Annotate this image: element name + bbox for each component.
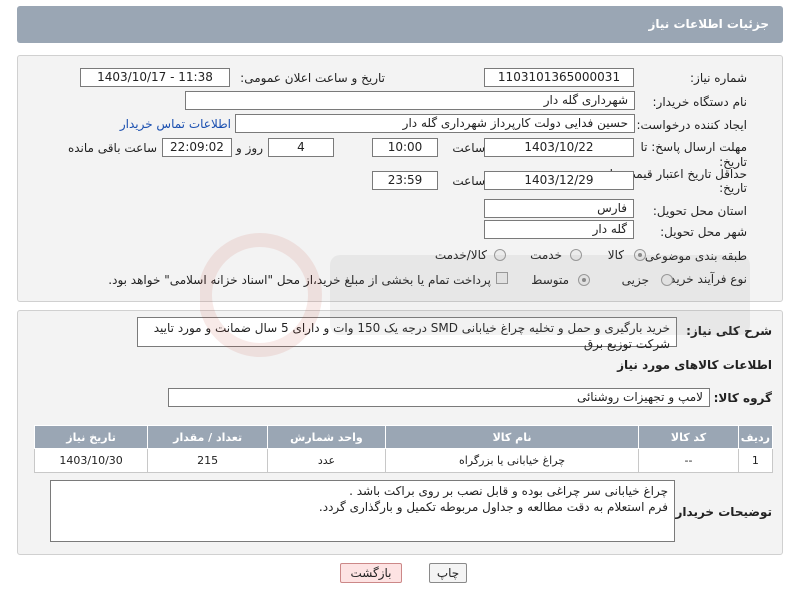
category-service-label: خدمت: [530, 248, 562, 262]
reply-deadline-label: مهلت ارسال پاسخ: تا: [640, 140, 747, 154]
buyer-org-label: نام دستگاه خریدار:: [652, 95, 748, 109]
goods-group-label: گروه کالا:: [713, 391, 772, 405]
purchase-medium-radio[interactable]: [578, 274, 590, 286]
category-label: طبقه بندی موضوعی:: [640, 249, 747, 263]
description-label: شرح کلی نیاز:: [686, 324, 772, 338]
print-button[interactable]: چاپ: [429, 563, 467, 583]
goods-table-header-row: ردیف کد کالا نام کالا واحد شمارش تعداد /…: [33, 425, 774, 449]
cell-row: 1: [737, 448, 774, 473]
creator-field: حسین فدایی دولت کارپرداز شهرداری گله دار: [235, 114, 635, 133]
goods-table: ردیف کد کالا نام کالا واحد شمارش تعداد /…: [33, 425, 774, 473]
days-label: روز و: [236, 141, 263, 155]
purchase-minor-radio[interactable]: [661, 274, 673, 286]
remaining-time-label: ساعت باقی مانده: [67, 141, 157, 155]
validity-date-field: 1403/12/29: [484, 171, 634, 190]
validity-time-field: 23:59: [372, 171, 438, 190]
col-qty: تعداد / مقدار: [147, 425, 269, 449]
purchase-type-label: نوع فرآیند خرید :: [662, 272, 747, 286]
col-date: تاریخ نیاز: [33, 425, 149, 449]
col-code: کد کالا: [638, 425, 739, 449]
table-row: 1 -- چراغ خیابانی یا بزرگراه عدد 215 140…: [33, 448, 774, 473]
buyer-notes-line-1: چراغ خیابانی سر چراغی بوده و قابل نصب بر…: [349, 484, 668, 498]
category-goods-radio[interactable]: [634, 249, 646, 261]
city-label: شهر محل تحویل:: [660, 225, 747, 239]
need-number-label: شماره نیاز:: [690, 71, 747, 85]
province-field: فارس: [484, 199, 634, 218]
creator-label: ایجاد کننده درخواست:: [636, 118, 747, 132]
goods-group-field: لامپ و تجهیزات روشنائی: [168, 388, 710, 407]
validity-time-label: ساعت: [452, 174, 485, 188]
announce-datetime-label: تاریخ و ساعت اعلان عمومی:: [240, 71, 385, 85]
buyer-contact-link[interactable]: اطلاعات تماس خریدار: [120, 117, 231, 131]
category-both-radio[interactable]: [494, 249, 506, 261]
back-button[interactable]: بازگشت: [340, 563, 402, 583]
buyer-notes-field: چراغ خیابانی سر چراغی بوده و قابل نصب بر…: [50, 480, 675, 542]
province-label: استان محل تحویل:: [652, 204, 747, 218]
page-header: جزئیات اطلاعات نیاز: [17, 6, 783, 43]
reply-time-label: ساعت: [452, 141, 485, 155]
description-field: خرید بارگیری و حمل و تخلیه چراغ خیابانی …: [137, 317, 677, 351]
reply-date-field: 1403/10/22: [484, 138, 634, 157]
buyer-notes-label: توضیحات خریدار:: [670, 505, 772, 519]
remaining-time-field: 22:09:02: [162, 138, 232, 157]
treasury-payment-note: پرداخت تمام یا بخشی از مبلغ خرید،از محل …: [108, 273, 491, 287]
buyer-notes-line-2: فرم استعلام به دقت مطالعه و جداول مربوطه…: [318, 500, 668, 514]
category-goods-label: کالا: [607, 248, 624, 262]
days-remaining-field: 4: [268, 138, 334, 157]
city-field: گله دار: [484, 220, 634, 239]
col-name: نام کالا: [384, 425, 640, 449]
purchase-minor-label: جزیی: [621, 273, 649, 287]
announce-datetime-field: 1403/10/17 - 11:38: [80, 68, 230, 87]
cell-unit: عدد: [267, 448, 386, 473]
cell-name: چراغ خیابانی یا بزرگراه: [384, 448, 640, 473]
purchase-medium-label: متوسط: [531, 273, 569, 287]
cell-qty: 215: [147, 448, 269, 473]
col-row: ردیف: [737, 425, 774, 449]
price-validity-date-label: تاریخ:: [719, 181, 747, 195]
category-both-label: کالا/خدمت: [434, 248, 487, 262]
goods-section-title: اطلاعات کالاهای مورد نیاز: [617, 358, 772, 372]
treasury-payment-checkbox[interactable]: [496, 272, 508, 284]
page-title: جزئیات اطلاعات نیاز: [648, 17, 769, 31]
cell-code: --: [638, 448, 739, 473]
category-service-radio[interactable]: [570, 249, 582, 261]
reply-time-field: 10:00: [372, 138, 438, 157]
cell-date: 1403/10/30: [33, 448, 149, 473]
col-unit: واحد شمارش: [267, 425, 386, 449]
buyer-org-field: شهرداری گله دار: [185, 91, 635, 110]
need-number-field: 1103101365000031: [484, 68, 634, 87]
